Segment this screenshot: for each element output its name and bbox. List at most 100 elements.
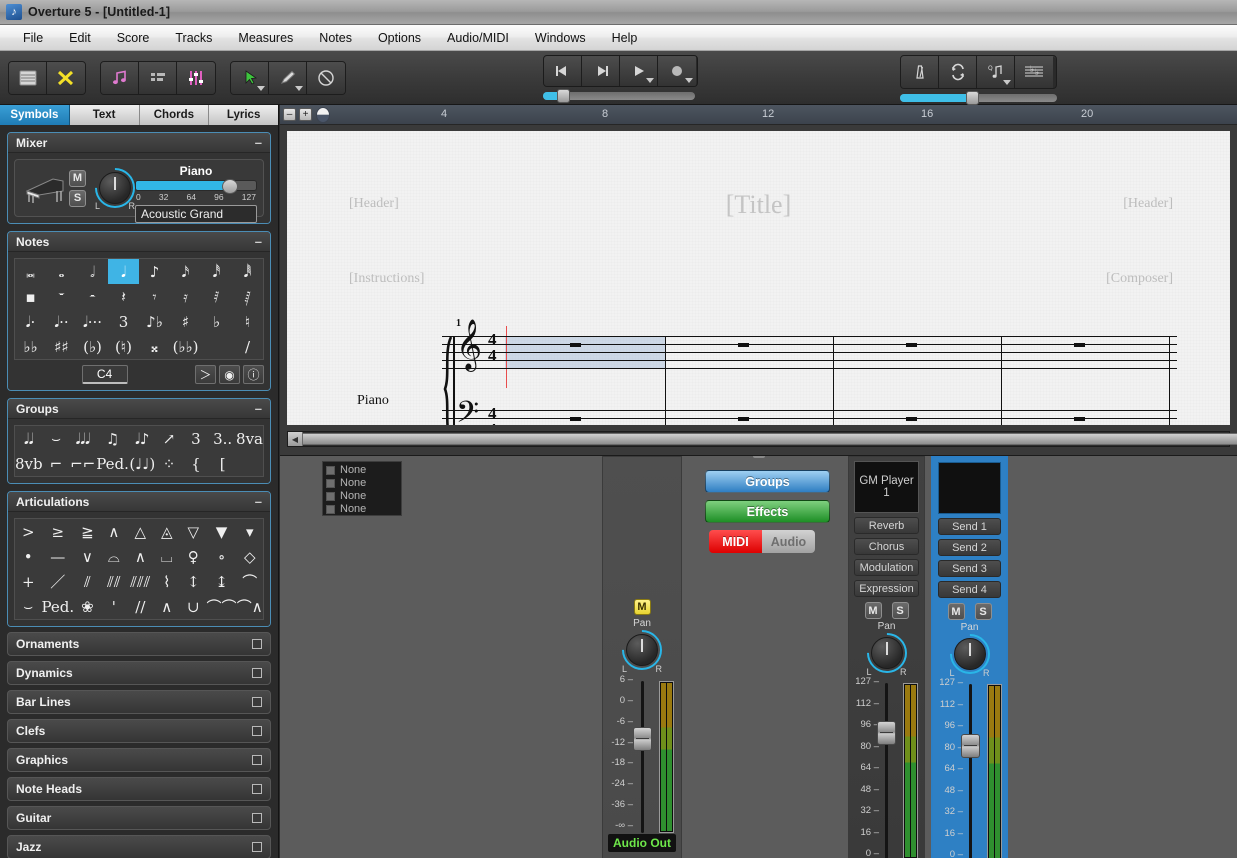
- audio-out-mute-button[interactable]: M: [634, 599, 651, 615]
- audio-button[interactable]: Audio: [762, 530, 815, 553]
- note-symbol-cell[interactable]: 𝅘𝅥𝅰: [201, 259, 232, 284]
- note-symbol-cell[interactable]: 𝄻: [46, 284, 77, 309]
- whole-rest[interactable]: [1074, 417, 1085, 421]
- articulation-symbol-cell[interactable]: ': [101, 594, 127, 619]
- tab-text[interactable]: Text: [70, 105, 140, 125]
- channel-strip-gm-player[interactable]: GM Player 1 Reverb Chorus Modulation Exp…: [848, 456, 925, 858]
- note-symbol-cell[interactable]: 𝅘𝅥··: [46, 309, 77, 334]
- articulation-symbol-cell[interactable]: ◇: [237, 544, 263, 569]
- articulation-symbol-cell[interactable]: ⌒∧: [237, 594, 263, 619]
- scroll-left-arrow[interactable]: ◀: [288, 432, 303, 446]
- note-symbol-cell[interactable]: 𝄽: [108, 284, 139, 309]
- audio-out-fader-track[interactable]: [641, 681, 644, 833]
- group-symbol-cell[interactable]: [236, 451, 263, 476]
- master-slider-knob[interactable]: [966, 91, 979, 105]
- note-symbol-cell[interactable]: 𝄼: [77, 284, 108, 309]
- event-list-icon[interactable]: [139, 62, 177, 94]
- audio-out-fader-handle[interactable]: [633, 727, 652, 751]
- articulation-symbol-cell[interactable]: Ped.: [41, 594, 74, 619]
- note-symbol-cell[interactable]: 𝅀: [201, 284, 232, 309]
- pitch-input[interactable]: C4: [82, 365, 128, 384]
- ruler-handle-icon[interactable]: [316, 107, 330, 123]
- eraser-tool-icon[interactable]: [307, 62, 345, 94]
- group-symbol-cell[interactable]: 8va: [236, 426, 263, 451]
- note-symbol-cell[interactable]: 𝄾: [139, 284, 170, 309]
- info-button[interactable]: ⓘ: [243, 365, 264, 384]
- mute-button[interactable]: M: [69, 170, 86, 187]
- whole-rest[interactable]: [1074, 343, 1085, 347]
- whole-rest[interactable]: [738, 417, 749, 421]
- tracks-icon[interactable]: [9, 62, 47, 94]
- insert-slot[interactable]: None: [326, 477, 398, 490]
- group-symbol-cell[interactable]: 𝅘𝅥♪: [129, 426, 156, 451]
- collapse-icon[interactable]: –: [255, 236, 262, 248]
- tab-symbols[interactable]: Symbols: [0, 105, 70, 125]
- articulation-symbol-cell[interactable]: ⌒: [237, 569, 263, 594]
- note-symbol-cell[interactable]: 𝅘𝅥·: [15, 309, 46, 334]
- arrow-tool-icon[interactable]: [231, 62, 269, 94]
- expand-icon[interactable]: [252, 726, 262, 736]
- chorus-button[interactable]: Chorus: [854, 538, 919, 555]
- send-2-button[interactable]: Send 2: [938, 539, 1001, 556]
- solo-button[interactable]: S: [69, 190, 86, 207]
- metronome-icon[interactable]: [901, 56, 939, 88]
- articulation-symbol-cell[interactable]: △: [127, 519, 153, 544]
- expression-button[interactable]: Expression: [854, 580, 919, 597]
- articulation-symbol-cell[interactable]: ≥: [41, 519, 74, 544]
- menu-help[interactable]: Help: [599, 28, 651, 48]
- articulation-symbol-cell[interactable]: ⌣: [15, 594, 41, 619]
- group-symbol-cell[interactable]: [: [209, 451, 236, 476]
- whole-rest[interactable]: [738, 343, 749, 347]
- insert-enable-checkbox[interactable]: [326, 492, 335, 501]
- articulation-symbol-cell[interactable]: ▼: [207, 519, 237, 544]
- articulation-symbol-cell[interactable]: ∧: [154, 594, 180, 619]
- insert-slot[interactable]: None: [326, 503, 398, 516]
- expand-icon[interactable]: [252, 755, 262, 765]
- whole-rest[interactable]: [570, 343, 581, 347]
- expand-icon[interactable]: [252, 842, 262, 852]
- effects-button[interactable]: Effects: [705, 500, 830, 523]
- notes-section-header[interactable]: Notes –: [8, 232, 270, 252]
- note-editor-icon[interactable]: [101, 62, 139, 94]
- note-symbol-cell[interactable]: ♪: [139, 259, 170, 284]
- page-instructions[interactable]: [Instructions]: [349, 271, 424, 287]
- menu-windows[interactable]: Windows: [522, 28, 599, 48]
- group-symbol-cell[interactable]: {: [182, 451, 209, 476]
- modulation-button[interactable]: Modulation: [854, 559, 919, 576]
- midi-button[interactable]: MIDI: [709, 530, 762, 553]
- note-symbol-cell[interactable]: /: [232, 334, 263, 359]
- articulation-symbol-cell[interactable]: ∪: [180, 594, 206, 619]
- note-symbol-cell[interactable]: ♭♭: [15, 334, 46, 359]
- forward-button[interactable]: [582, 56, 620, 86]
- channel-mute-button[interactable]: M: [865, 602, 882, 619]
- channel-solo-button[interactable]: S: [975, 603, 992, 620]
- time-sig-denominator[interactable]: 4: [488, 347, 497, 364]
- insert-slot[interactable]: None: [326, 490, 398, 503]
- key-signature-icon[interactable]: ♭ ♭: [1015, 56, 1053, 88]
- group-symbol-cell[interactable]: ↗: [156, 426, 183, 451]
- articulation-symbol-cell[interactable]: ⫽⫽: [101, 569, 127, 594]
- groups-button[interactable]: Groups: [705, 470, 830, 493]
- articulation-symbol-cell[interactable]: ⌓: [101, 544, 127, 569]
- group-symbol-cell[interactable]: 8vb: [15, 451, 43, 476]
- collapse-icon[interactable]: –: [255, 403, 262, 415]
- score-horizontal-scrollbar[interactable]: ◀: [287, 431, 1230, 447]
- page-composer[interactable]: [Composer]: [1106, 271, 1173, 287]
- menu-options[interactable]: Options: [365, 28, 434, 48]
- insert-enable-checkbox[interactable]: [326, 466, 335, 475]
- note-symbol-cell[interactable]: 𝄿: [170, 284, 201, 309]
- quantize-icon[interactable]: Q: [977, 56, 1015, 88]
- note-symbol-cell[interactable]: (♭♭): [170, 334, 201, 359]
- note-symbol-cell[interactable]: 𝅘𝅥···: [77, 309, 108, 334]
- palette-section-note-heads[interactable]: Note Heads: [7, 777, 271, 801]
- articulations-section-header[interactable]: Articulations –: [8, 492, 270, 512]
- rewind-button[interactable]: [544, 56, 582, 86]
- accent-button[interactable]: ＞: [195, 365, 216, 384]
- channel-fader-track[interactable]: [969, 684, 972, 858]
- tab-lyrics[interactable]: Lyrics: [209, 105, 278, 125]
- transport-position-slider[interactable]: [543, 92, 695, 100]
- master-volume-slider[interactable]: [900, 94, 1057, 102]
- group-symbol-cell[interactable]: (♩♩): [129, 451, 156, 476]
- whole-rest[interactable]: [570, 417, 581, 421]
- articulation-symbol-cell[interactable]: ⌴: [154, 544, 180, 569]
